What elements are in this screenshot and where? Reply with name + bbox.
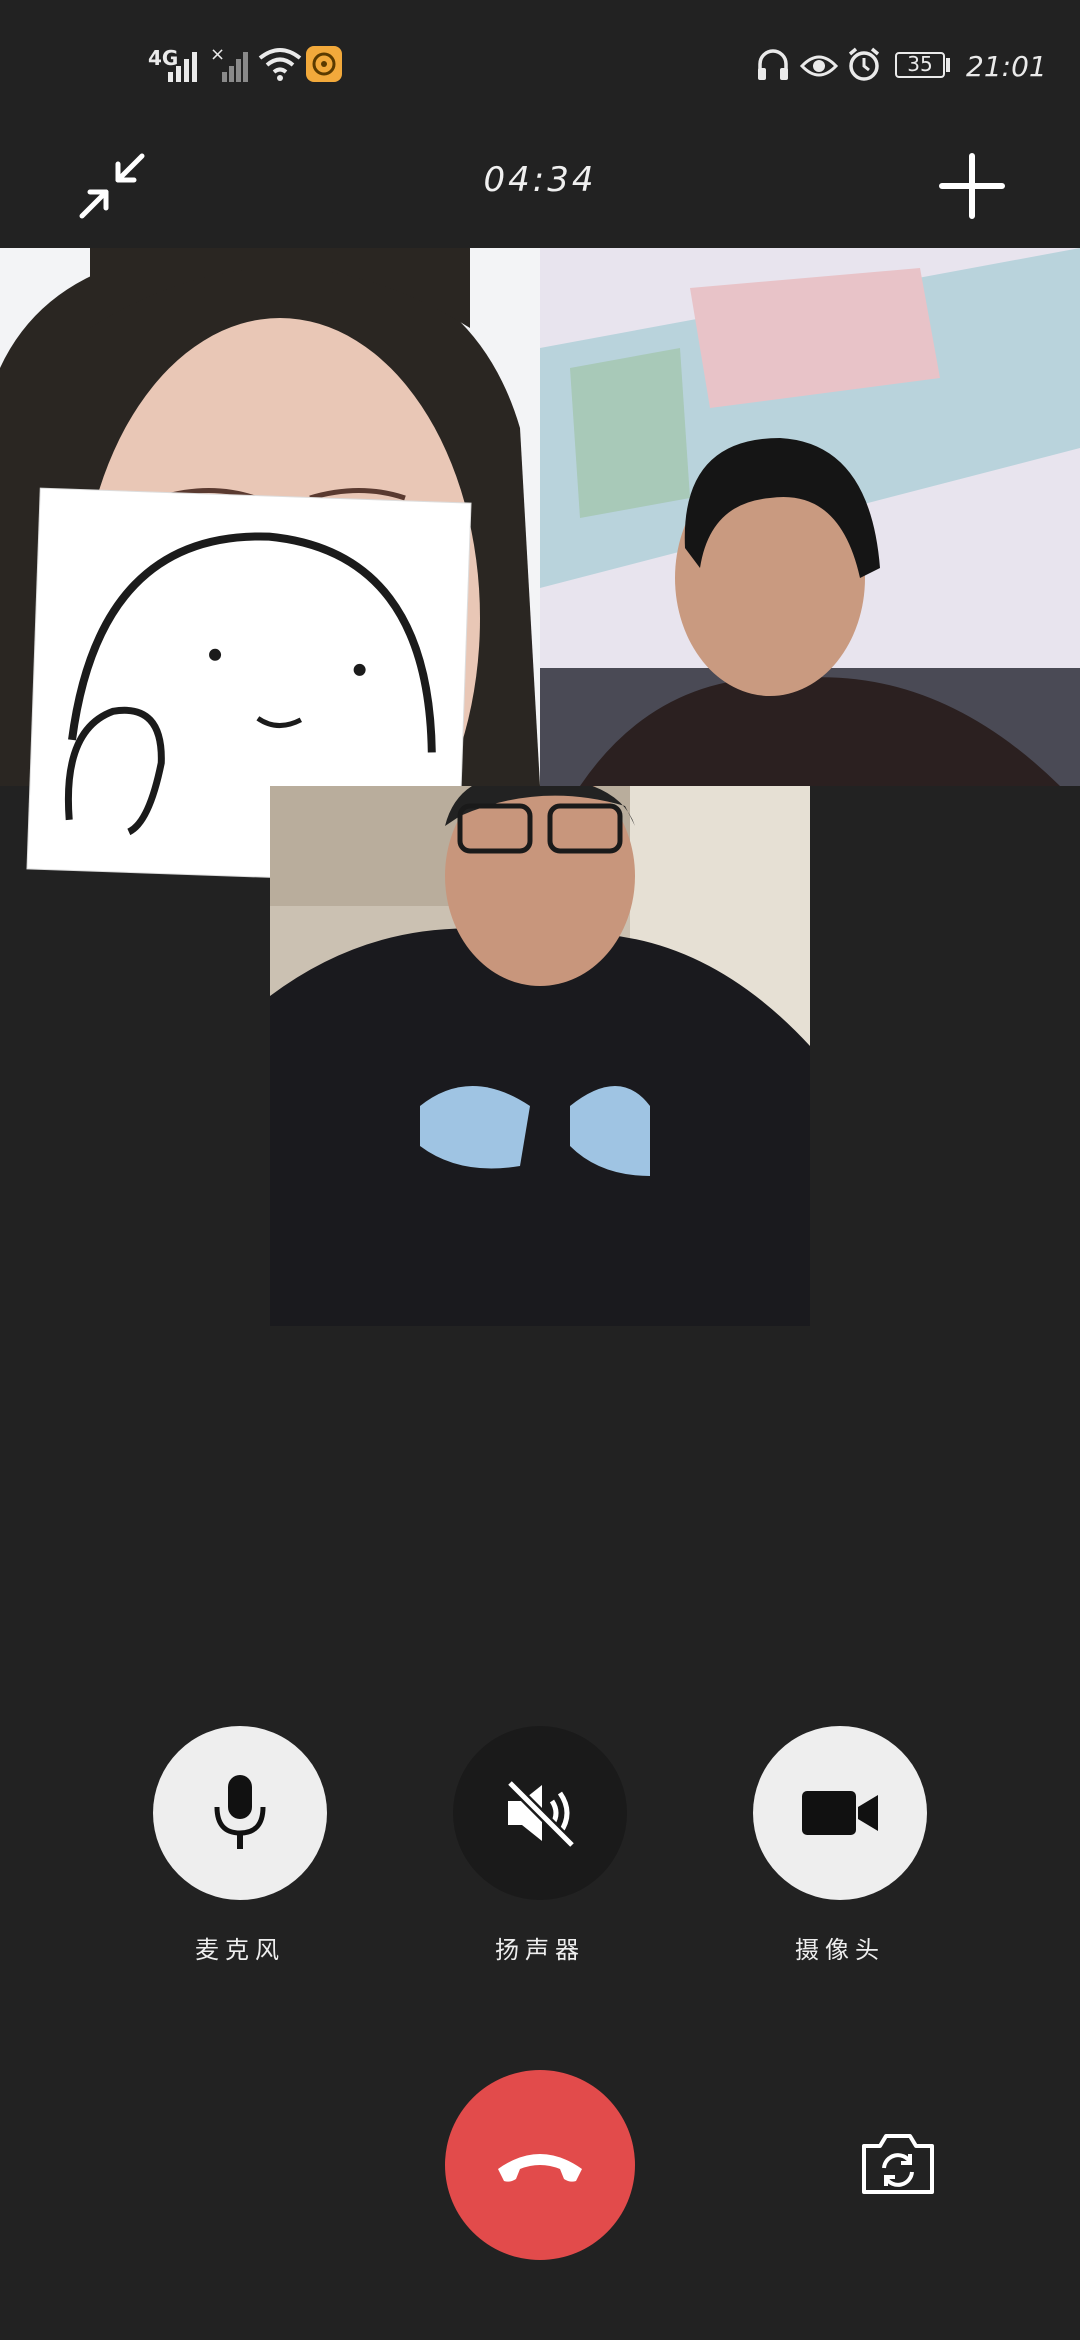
wifi-icon <box>258 48 302 81</box>
self-video-image <box>270 786 810 1326</box>
clock-time: 21:01 <box>966 50 1047 83</box>
add-participant-button[interactable] <box>936 150 1008 222</box>
battery-level: 35 <box>907 52 933 76</box>
alarm-icon <box>848 47 880 81</box>
video-tile-self[interactable] <box>270 786 810 1326</box>
phone-hangup-icon <box>498 2154 582 2182</box>
status-bar: 4G × 35 21:01 <box>0 0 1080 130</box>
microphone-button[interactable] <box>153 1726 327 1900</box>
app-notification-icon <box>306 46 342 82</box>
speaker-button[interactable] <box>453 1726 627 1900</box>
plus-icon <box>939 153 1005 219</box>
speaker-label: 扬声器 <box>495 1936 585 1964</box>
switch-camera-button[interactable] <box>858 2130 938 2200</box>
minimize-call-button[interactable] <box>74 148 150 224</box>
microphone-icon <box>214 1775 266 1849</box>
headphones-icon <box>758 49 788 80</box>
call-duration: 04:34 <box>483 160 597 200</box>
signal-no-service-icon: × <box>210 46 248 82</box>
camera-label: 摄像头 <box>795 1936 885 1964</box>
battery-icon: 35 <box>895 52 945 78</box>
video-camera-icon <box>802 1791 878 1835</box>
signal-strength-icon <box>168 52 197 82</box>
eye-comfort-icon <box>800 55 838 77</box>
participant-2-video-image <box>540 248 1080 786</box>
speaker-muted-icon <box>506 1779 576 1849</box>
camera-button[interactable] <box>753 1726 927 1900</box>
hang-up-button[interactable] <box>445 2070 635 2260</box>
battery-tip <box>946 58 950 72</box>
svg-text:×: × <box>210 46 225 65</box>
video-tile-participant-2[interactable] <box>540 248 1080 786</box>
switch-camera-icon <box>862 2134 934 2194</box>
minimize-arrows-icon <box>79 153 145 219</box>
microphone-label: 麦克风 <box>195 1936 285 1964</box>
